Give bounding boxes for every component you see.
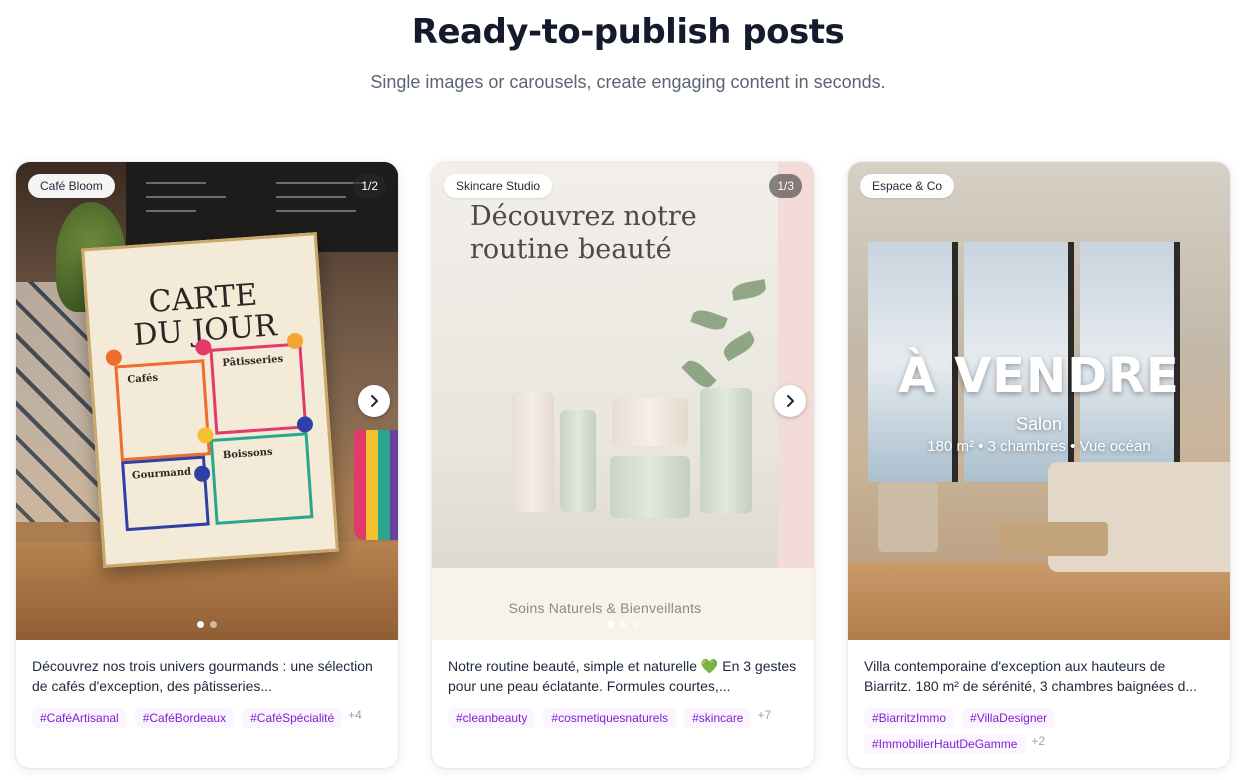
hashtag[interactable]: #CaféSpécialité: [242, 708, 343, 728]
brand-badge: Skincare Studio: [444, 174, 553, 198]
hashtag-list: #cleanbeauty #cosmetiquesnaturels #skinc…: [448, 708, 798, 728]
post-image-carousel[interactable]: Découvrez notre routine beauté Soins Nat…: [432, 162, 814, 640]
paper-cup: [354, 430, 398, 540]
carousel-dot-active[interactable]: [606, 621, 614, 628]
next-slide-button[interactable]: [358, 385, 390, 417]
image-footer-text: Soins Naturels & Bienveillants: [508, 600, 702, 616]
menu-card: CARTE DU JOUR Cafés Pâtisseries Gourmand…: [81, 232, 339, 568]
serum-bottle: [560, 410, 596, 512]
lotion-bottle: [700, 388, 752, 514]
post-caption: Villa contemporaine d'exception aux haut…: [864, 658, 1198, 694]
slide-counter: 1/3: [769, 174, 802, 198]
slide-counter: 1/2: [353, 174, 386, 198]
flower-decoration: [296, 415, 314, 433]
image-room-label: Salon: [1015, 414, 1063, 434]
section-title: Ready-to-publish posts: [411, 12, 845, 52]
hashtag-list: #CaféArtisanal #CaféBordeaux #CaféSpécia…: [32, 708, 382, 728]
carousel-dots: [432, 621, 814, 628]
brand-badge: Espace & Co: [860, 174, 955, 198]
flower-decoration: [193, 465, 211, 483]
carousel-dot[interactable]: [210, 621, 217, 628]
hashtag-list: #BiarritzImmo #VillaDesigner #Immobilier…: [864, 708, 1214, 754]
menu-section-label: Cafés: [127, 372, 159, 386]
coffee-table: [998, 522, 1108, 556]
cream-jar: [610, 456, 690, 518]
post-image[interactable]: À VENDRE Salon 180 m² • 3 chambres • Vue…: [848, 162, 1230, 640]
image-headline: À VENDRE: [898, 348, 1180, 404]
post-card-skincare-studio[interactable]: Découvrez notre routine beauté Soins Nat…: [432, 162, 814, 768]
hashtag[interactable]: #CaféArtisanal: [32, 708, 127, 728]
serum-bottle: [512, 392, 554, 512]
section-subtitle: Single images or carousels, create engag…: [370, 72, 886, 92]
image-property-details: 180 m² • 3 chambres • Vue océan: [927, 438, 1151, 455]
post-card-espace-co[interactable]: À VENDRE Salon 180 m² • 3 chambres • Vue…: [848, 162, 1230, 768]
hashtag[interactable]: #cosmetiquesnaturels: [543, 708, 677, 728]
cream-jar: [612, 398, 688, 446]
brand-badge: Café Bloom: [28, 174, 115, 198]
more-hashtags-count[interactable]: +7: [757, 708, 771, 722]
chevron-right-icon: [787, 395, 794, 407]
carousel-dots: [16, 621, 398, 628]
more-hashtags-count[interactable]: +4: [348, 708, 362, 722]
hashtag[interactable]: #cleanbeauty: [448, 708, 536, 728]
image-headline: Découvrez notre routine beauté: [470, 201, 697, 265]
hashtag[interactable]: #CaféBordeaux: [134, 708, 235, 728]
next-slide-button[interactable]: [774, 385, 806, 417]
chevron-right-icon: [371, 395, 378, 407]
wooden-floor: [848, 562, 1230, 640]
post-body: Découvrez nos trois univers gourmands : …: [16, 640, 398, 744]
post-caption: Découvrez nos trois univers gourmands : …: [32, 658, 373, 694]
hashtag[interactable]: #VillaDesigner: [962, 708, 1056, 728]
armchair: [878, 482, 938, 552]
post-body: Notre routine beauté, simple et naturell…: [432, 640, 814, 744]
carousel-dot-active[interactable]: [197, 621, 204, 628]
carousel-dot[interactable]: [632, 621, 640, 628]
post-caption: Notre routine beauté, simple et naturell…: [448, 658, 797, 694]
hashtag[interactable]: #skincare: [684, 708, 752, 728]
carousel-dot[interactable]: [619, 621, 627, 628]
post-card-cafe-bloom[interactable]: CARTE DU JOUR Cafés Pâtisseries Gourmand…: [16, 162, 398, 768]
hashtag[interactable]: #ImmobilierHautDeGamme: [864, 734, 1026, 754]
flower-decoration: [105, 349, 123, 367]
hashtag[interactable]: #BiarritzImmo: [864, 708, 955, 728]
post-image-carousel[interactable]: CARTE DU JOUR Cafés Pâtisseries Gourmand…: [16, 162, 398, 640]
more-hashtags-count[interactable]: +2: [1031, 734, 1045, 748]
post-body: Villa contemporaine d'exception aux haut…: [848, 640, 1230, 768]
